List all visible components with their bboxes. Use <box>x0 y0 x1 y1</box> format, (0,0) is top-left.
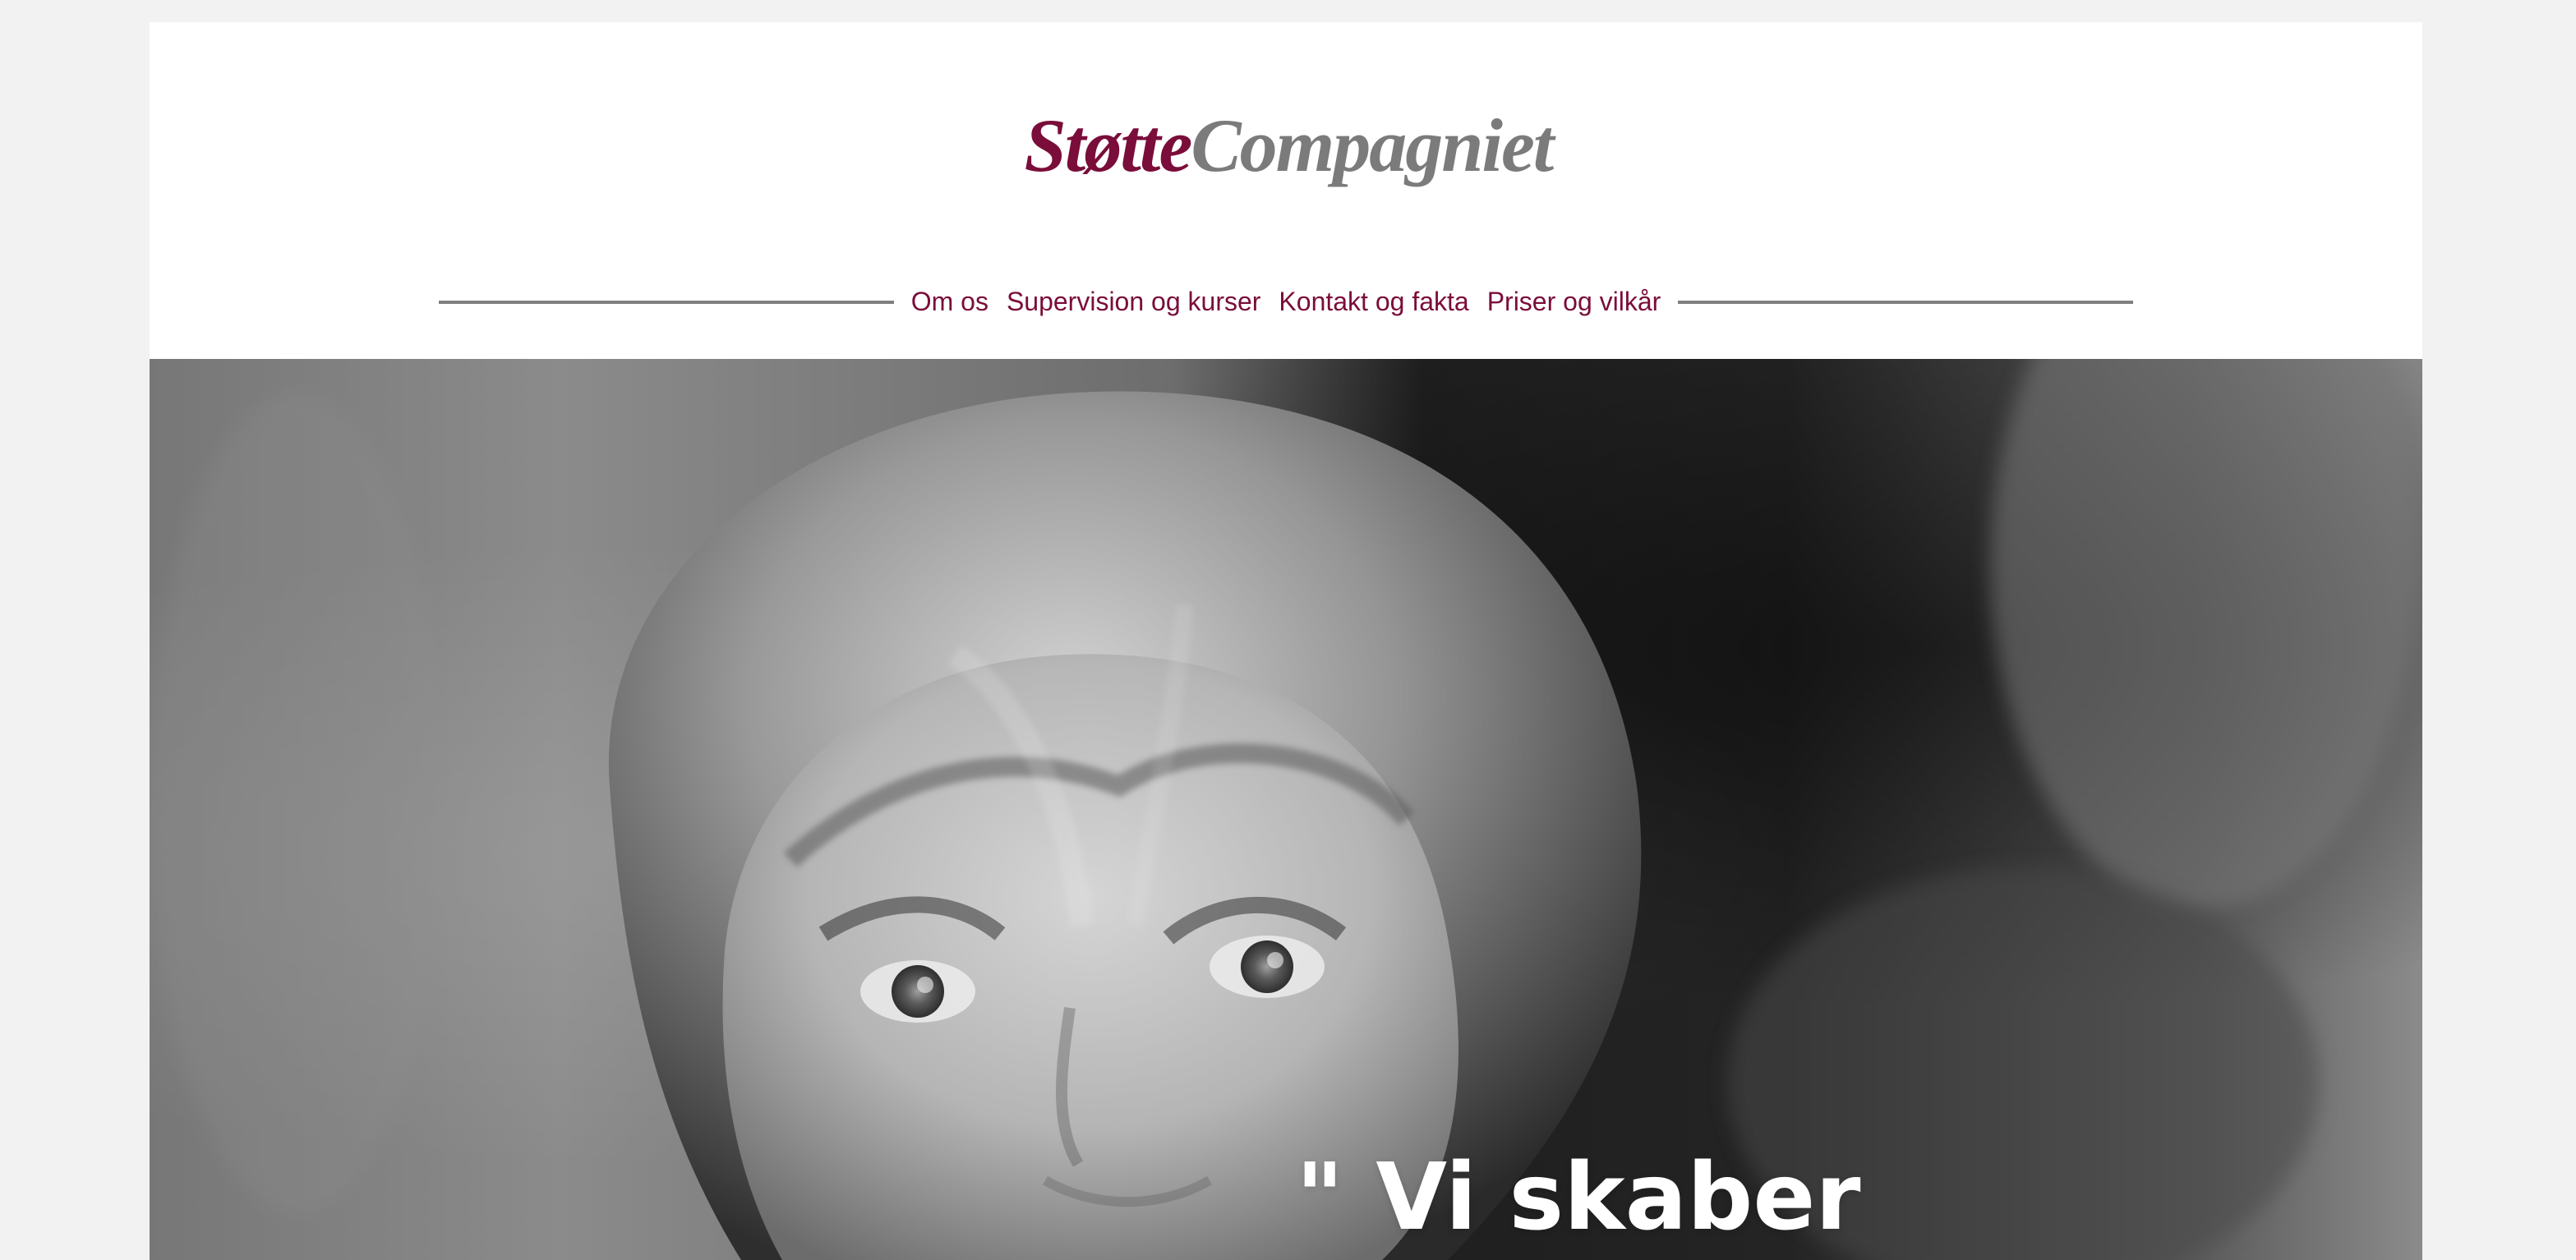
hero-quote: " Vi skaber <box>1296 1144 1861 1251</box>
nav-item-kontakt-og-fakta[interactable]: Kontakt og fakta <box>1279 287 1468 317</box>
hero-photo <box>150 359 2417 1260</box>
site-logo[interactable]: Støtte Compagniet <box>1009 85 1568 183</box>
page: Støtte Compagniet Om os Supervision og ku… <box>150 22 2422 1260</box>
nav-right-divider <box>1678 301 2133 304</box>
hero-section: " Vi skaber <box>150 359 2422 1260</box>
main-navigation: Om os Supervision og kurser Kontakt og f… <box>911 269 1661 334</box>
logo-part-2: Compagniet <box>1191 103 1554 187</box>
nav-left-divider <box>439 301 894 304</box>
navigation-bar: Om os Supervision og kurser Kontakt og f… <box>150 269 2422 334</box>
nav-item-om-os[interactable]: Om os <box>911 287 988 317</box>
nav-item-supervision-og-kurser[interactable]: Supervision og kurser <box>1007 287 1260 317</box>
logo-part-1: Støtte <box>1024 103 1193 187</box>
nav-item-priser-og-vilkar[interactable]: Priser og vilkår <box>1487 287 1661 317</box>
site-header: Støtte Compagniet Om os Supervision og ku… <box>150 22 2422 359</box>
